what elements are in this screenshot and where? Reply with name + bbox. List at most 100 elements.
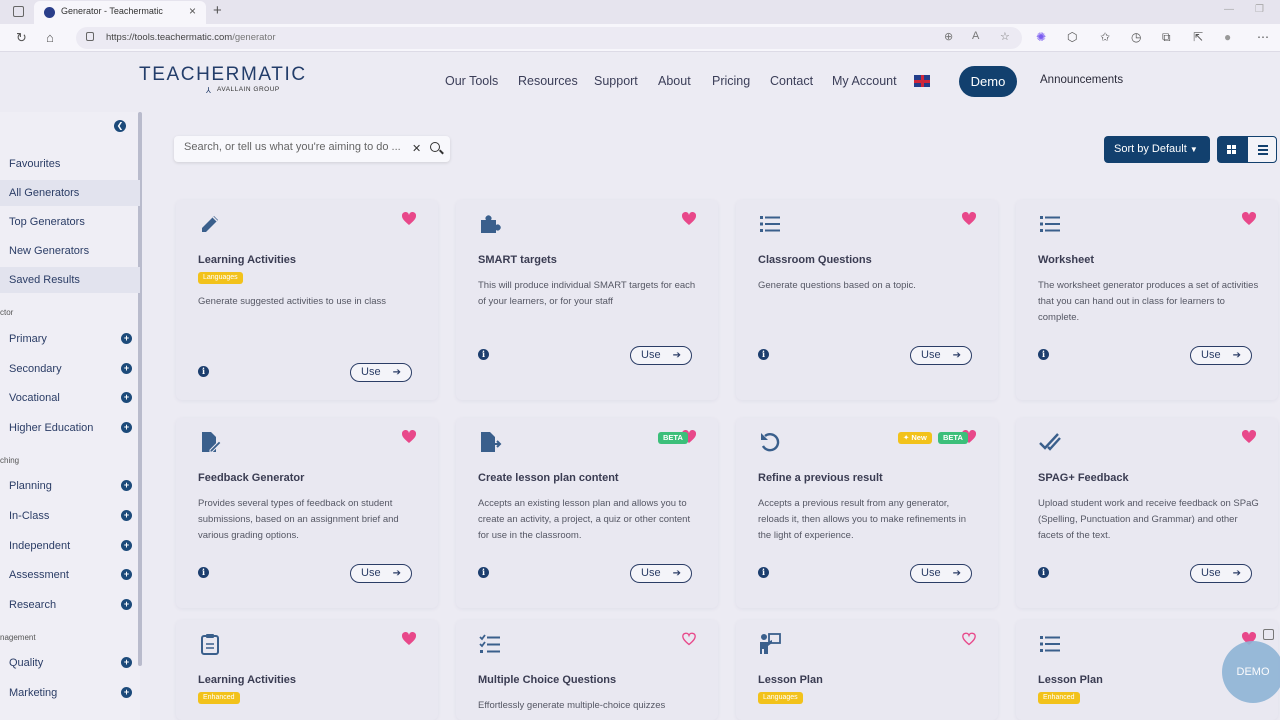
sidebar-item-vocational[interactable]: Vocational + <box>0 385 140 411</box>
expand-icon[interactable]: + <box>121 392 132 403</box>
favorite-star-icon[interactable]: ☆ <box>1000 30 1010 43</box>
sidebar-item-higher-education[interactable]: Higher Education + <box>0 415 140 441</box>
grid-view-button[interactable] <box>1217 136 1247 163</box>
collapse-sidebar-icon[interactable]: ❮ <box>114 120 126 132</box>
extension-icon[interactable]: ✺ <box>1036 30 1046 44</box>
sidebar-item-new-generators[interactable]: New Generators <box>0 238 140 264</box>
sidebar-item-quality[interactable]: Quality + <box>0 650 140 676</box>
info-icon[interactable]: i <box>198 567 209 578</box>
use-button[interactable]: Use ➔ <box>630 564 692 583</box>
generator-card[interactable]: Lesson Plan Languages <box>736 620 998 720</box>
expand-icon[interactable]: + <box>121 599 132 610</box>
sidebar-item-independent[interactable]: Independent + <box>0 533 140 559</box>
use-button[interactable]: Use ➔ <box>1190 346 1252 365</box>
sidebar-item-marketing[interactable]: Marketing + <box>0 680 140 706</box>
expand-icon[interactable]: + <box>121 510 132 521</box>
info-icon[interactable]: i <box>1038 349 1049 360</box>
generator-card[interactable]: Multiple Choice Questions Effortlessly ge… <box>456 620 718 720</box>
favourite-heart-icon[interactable] <box>402 632 416 646</box>
restore-icon[interactable]: ❐ <box>1255 4 1264 15</box>
generator-card[interactable]: Feedback Generator Provides several types… <box>176 418 438 608</box>
clear-search-icon[interactable]: ✕ <box>412 142 421 155</box>
nav-our-tools[interactable]: Our Tools <box>445 74 498 88</box>
info-icon[interactable]: i <box>198 366 209 377</box>
favourite-heart-icon[interactable] <box>402 430 416 444</box>
sidebar-item-secondary[interactable]: Secondary + <box>0 356 140 382</box>
sidebar-item-primary[interactable]: Primary + <box>0 326 140 352</box>
use-button[interactable]: Use ➔ <box>910 564 972 583</box>
info-icon[interactable]: i <box>1038 567 1049 578</box>
generator-card[interactable]: SPAG+ Feedback Upload student work and re… <box>1016 418 1278 608</box>
generator-card[interactable]: SMART targets This will produce individua… <box>456 200 718 400</box>
favourite-heart-icon[interactable] <box>682 632 696 646</box>
favourite-heart-icon[interactable] <box>962 212 976 226</box>
demo-button[interactable]: Demo <box>959 66 1017 97</box>
info-icon[interactable]: i <box>758 567 769 578</box>
expand-icon[interactable]: + <box>121 657 132 668</box>
favourite-heart-icon[interactable] <box>402 212 416 226</box>
favourite-heart-icon[interactable] <box>962 632 976 646</box>
use-button[interactable]: Use ➔ <box>350 363 412 382</box>
favorites-icon[interactable]: ✩ <box>1100 30 1110 44</box>
screenshot-icon[interactable]: ⧉ <box>1162 30 1171 45</box>
favourite-heart-icon[interactable] <box>1242 430 1256 444</box>
extensions-puzzle-icon[interactable]: ⬡ <box>1067 30 1077 44</box>
logo[interactable]: TEACHERMATIC <box>139 64 307 86</box>
search-input[interactable] <box>184 141 408 153</box>
history-icon[interactable]: ◷ <box>1131 30 1141 44</box>
generator-card[interactable]: Learning Activities Enhanced <box>176 620 438 720</box>
demo-floating-button[interactable]: DEMO <box>1222 641 1280 703</box>
sidebar-item-research[interactable]: Research + <box>0 592 140 618</box>
sidebar-item-planning[interactable]: Planning + <box>0 473 140 499</box>
zoom-icon[interactable]: ⊕ <box>944 30 953 43</box>
use-button[interactable]: Use ➔ <box>630 346 692 365</box>
nav-my-account[interactable]: My Account <box>832 74 897 88</box>
nav-pricing[interactable]: Pricing <box>712 74 750 88</box>
share-icon[interactable]: ⇱ <box>1193 30 1203 44</box>
expand-icon[interactable]: + <box>121 480 132 491</box>
expand-icon[interactable]: + <box>121 363 132 374</box>
announcements-link[interactable]: Announcements <box>1040 74 1123 86</box>
sort-dropdown[interactable]: Sort by Default ▼ <box>1104 136 1210 163</box>
sidebar-item-all-generators[interactable]: All Generators <box>0 180 140 206</box>
generator-card[interactable]: BETA ✦ New Refine a previous result Accepts… <box>736 418 998 608</box>
expand-icon[interactable]: + <box>121 422 132 433</box>
expand-icon[interactable]: + <box>121 540 132 551</box>
expand-icon[interactable]: + <box>121 569 132 580</box>
favourite-heart-icon[interactable] <box>1242 212 1256 226</box>
sidebar-item-top-generators[interactable]: Top Generators <box>0 209 140 235</box>
close-tab-icon[interactable]: × <box>189 4 196 18</box>
sidebar-item-favourites[interactable]: Favourites <box>0 151 140 177</box>
search-icon[interactable] <box>430 142 440 152</box>
fullscreen-icon[interactable] <box>1263 629 1274 640</box>
nav-contact[interactable]: Contact <box>770 74 813 88</box>
nav-support[interactable]: Support <box>594 74 638 88</box>
generator-card[interactable]: Worksheet The worksheet generator produce… <box>1016 200 1278 400</box>
favourite-heart-icon[interactable] <box>682 212 696 226</box>
nav-resources[interactable]: Resources <box>518 74 578 88</box>
expand-icon[interactable]: + <box>121 333 132 344</box>
browser-tab[interactable]: Generator - Teachermatic × <box>34 1 206 24</box>
uk-flag-icon[interactable] <box>914 75 930 87</box>
tab-actions-icon[interactable] <box>13 6 24 17</box>
generator-card[interactable]: Classroom Questions Generate questions ba… <box>736 200 998 400</box>
generator-card[interactable]: Learning Activities Languages Generate sug… <box>176 200 438 400</box>
nav-about[interactable]: About <box>658 74 691 88</box>
info-icon[interactable]: i <box>478 567 489 578</box>
address-bar[interactable]: https://tools.teachermatic.com/generator… <box>76 27 1022 49</box>
use-button[interactable]: Use ➔ <box>910 346 972 365</box>
new-tab-icon[interactable]: + <box>213 2 222 19</box>
sidebar-item-in-class[interactable]: In-Class + <box>0 503 140 529</box>
more-menu-icon[interactable]: ⋯ <box>1257 30 1269 44</box>
read-aloud-icon[interactable]: A <box>972 30 979 42</box>
home-icon[interactable]: ⌂ <box>46 30 54 45</box>
use-button[interactable]: Use ➔ <box>350 564 412 583</box>
sidebar-item-assessment[interactable]: Assessment + <box>0 562 140 588</box>
list-view-button[interactable] <box>1247 136 1277 163</box>
profile-avatar[interactable]: ● <box>1224 30 1231 44</box>
info-icon[interactable]: i <box>478 349 489 360</box>
sidebar-item-saved-results[interactable]: Saved Results <box>0 267 140 293</box>
reload-icon[interactable]: ↻ <box>16 30 27 46</box>
info-icon[interactable]: i <box>758 349 769 360</box>
expand-icon[interactable]: + <box>121 687 132 698</box>
